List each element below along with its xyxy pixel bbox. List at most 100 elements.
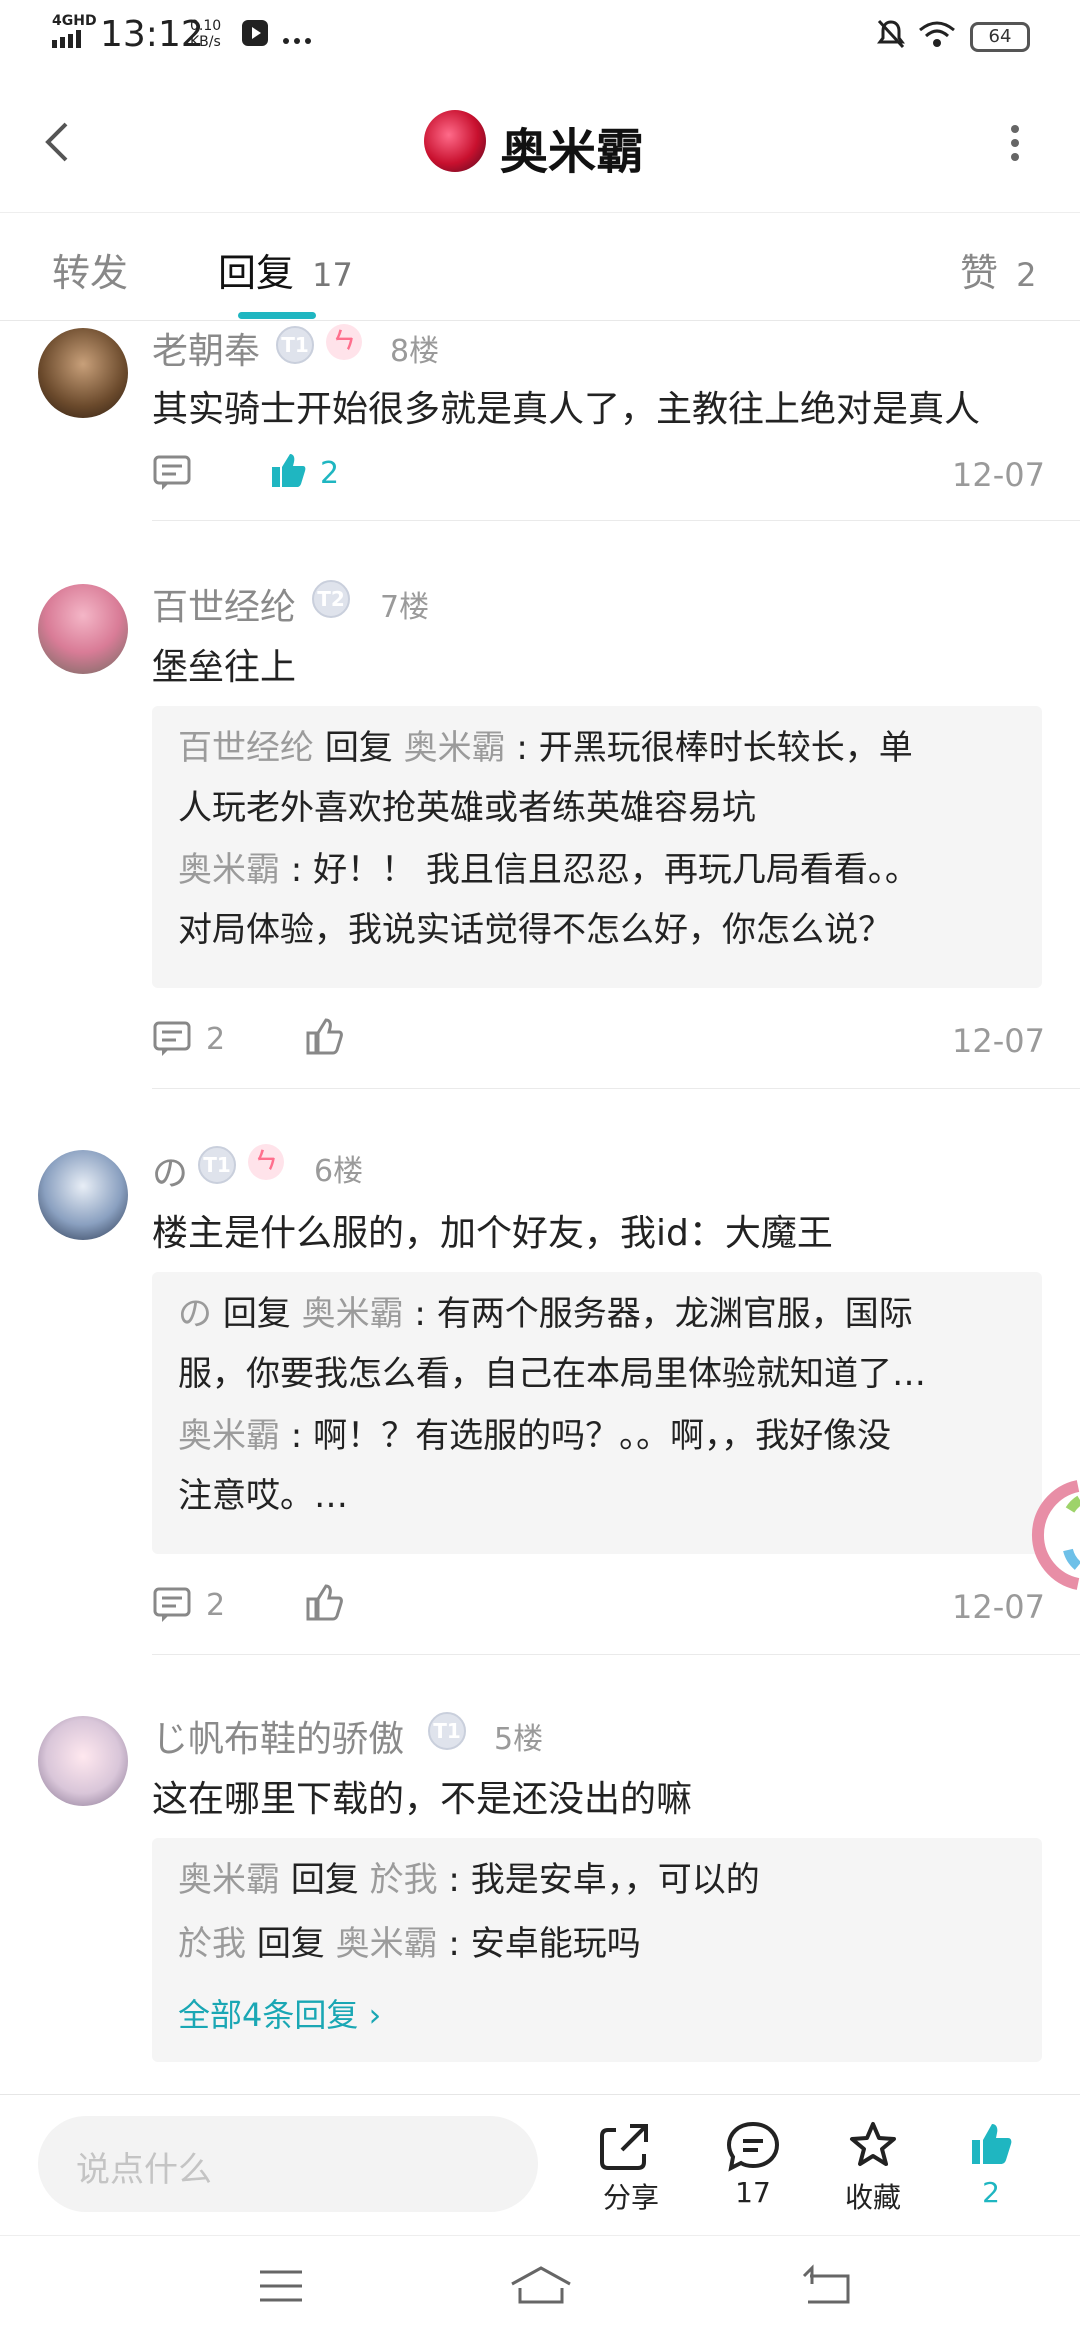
reply-verb: 回复 xyxy=(324,728,393,768)
tab-replies-count: 17 xyxy=(312,256,353,294)
reply-from[interactable]: 奥米霸 xyxy=(178,1416,280,1456)
avatar[interactable] xyxy=(38,1150,128,1240)
floating-assistant-icon[interactable] xyxy=(1018,1480,1080,1594)
home-nav-button[interactable] xyxy=(508,2262,574,2312)
comment-date: 12-07 xyxy=(952,1022,1045,1060)
reply-button[interactable] xyxy=(152,1584,192,1628)
level-badge: T1 xyxy=(428,1712,466,1750)
status-bar: 4GHD 13:12 0.10 KB/s 64 xyxy=(0,0,1080,70)
reply-from[interactable]: 百世经纶 xyxy=(178,728,314,768)
comment-input-placeholder: 说点什么 xyxy=(76,2150,212,2190)
reply-item-cont: 注意哎。… xyxy=(178,1476,348,1516)
reply-from[interactable]: 於我 xyxy=(178,1924,246,1964)
floor-number: 5楼 xyxy=(494,1722,544,1757)
comment-text: 堡垒往上 xyxy=(152,647,297,688)
vertical-dots-icon xyxy=(1011,125,1019,161)
network-speed: 0.10 KB/s xyxy=(190,18,221,50)
reply-count: 2 xyxy=(206,1022,226,1057)
favorite-label: 收藏 xyxy=(844,2181,901,2214)
floor-number: 7楼 xyxy=(380,590,430,625)
comment-text: 这在哪里下载的，不是还没出的嘛 xyxy=(152,1779,693,1820)
favorite-button[interactable]: 收藏 xyxy=(828,2118,918,2216)
tab-likes[interactable]: 赞 2 xyxy=(960,242,1036,297)
author-avatar[interactable] xyxy=(424,110,486,172)
reply-count: 2 xyxy=(206,1588,226,1623)
reply-text: 有两个服务器，龙渊官服，国际 xyxy=(436,1294,913,1334)
comment-author[interactable]: 老朝奉 xyxy=(152,322,260,374)
menu-icon xyxy=(260,2270,302,2302)
return-icon xyxy=(802,2264,850,2304)
floor-number: 6楼 xyxy=(314,1154,364,1189)
speed-unit: KB/s xyxy=(190,34,221,50)
tab-likes-count: 2 xyxy=(1016,256,1037,294)
more-options-button[interactable] xyxy=(1000,118,1030,168)
comment-divider xyxy=(152,1088,1080,1089)
like-button[interactable] xyxy=(268,450,308,494)
more-status-icon xyxy=(282,30,312,49)
tab-replies[interactable]: 回复 17 xyxy=(218,242,353,297)
reply-item: の 回复 奥米霸 : 有两个服务器，龙渊官服，国际 xyxy=(178,1294,913,1334)
reply-to[interactable]: 奥米霸 xyxy=(336,1924,438,1964)
reply-from[interactable]: 奥米霸 xyxy=(178,850,280,890)
reply-item: 奥米霸 : 啊！？有选服的吗？。。啊，，我好像没 xyxy=(178,1416,892,1456)
reply-button[interactable] xyxy=(152,452,192,496)
comment-author[interactable]: の xyxy=(152,1144,188,1196)
view-all-replies-link[interactable]: 全部4条回复 › xyxy=(178,1990,381,2036)
like-post-button[interactable]: 2 xyxy=(946,2118,1036,2209)
reply-from[interactable]: の xyxy=(178,1294,212,1334)
reply-to[interactable]: 奥米霸 xyxy=(302,1294,404,1334)
reply-text: 我是安卓，，可以的 xyxy=(470,1860,760,1900)
battery-indicator: 64 xyxy=(970,22,1030,52)
reply-verb: 回复 xyxy=(222,1294,291,1334)
comment-date: 12-07 xyxy=(952,456,1045,494)
reply-to[interactable]: 奥米霸 xyxy=(404,728,506,768)
reply-text: 啊！？有选服的吗？。。啊，，我好像没 xyxy=(313,1416,892,1456)
thumbs-up-icon xyxy=(272,454,306,487)
comment-text: 楼主是什么服的，加个好友，我id：大魔王 xyxy=(152,1213,833,1254)
comment-icon xyxy=(153,455,191,490)
reply-item: 奥米霸 : 好！！ 我且信且忍忍，再玩几局看看。。 xyxy=(178,850,919,890)
avatar[interactable] xyxy=(38,1716,128,1806)
level-badge: T1 xyxy=(198,1146,236,1184)
comment-author[interactable]: 百世经纶 xyxy=(152,578,296,630)
like-button[interactable] xyxy=(304,1582,344,1626)
reply-from[interactable]: 奥米霸 xyxy=(178,1860,280,1900)
reply-item: 於我 回复 奥米霸 : 安卓能玩吗 xyxy=(178,1924,641,1964)
reply-item-cont: 人玩老外喜欢抢英雄或者练英雄容易坑 xyxy=(178,788,756,828)
back-nav-button[interactable] xyxy=(800,2264,856,2312)
share-label: 分享 xyxy=(602,2181,659,2214)
avatar[interactable] xyxy=(38,584,128,674)
star-icon xyxy=(850,2122,896,2166)
thumbs-up-icon xyxy=(306,1584,343,1621)
reply-preview-box[interactable]: 百世经纶 回复 奥米霸 : 开黑玩很棒时长较长，单 人玩老外喜欢抢英雄或者练英雄… xyxy=(152,706,1042,988)
media-icon xyxy=(240,18,270,48)
network-indicator: 4GHD xyxy=(52,13,97,29)
comment-input[interactable]: 说点什么 xyxy=(38,2116,538,2212)
comments-button[interactable]: 17 xyxy=(708,2118,798,2209)
reply-item: 奥米霸 回复 於我 : 我是安卓，，可以的 xyxy=(178,1860,760,1900)
reply-text: 安卓能玩吗 xyxy=(470,1924,641,1964)
reply-button[interactable] xyxy=(152,1018,192,1062)
comment-text: 其实骑士开始很多就是真人了，主教往上绝对是真人 xyxy=(152,389,981,430)
reply-text: 开黑玩很棒时长较长，单 xyxy=(538,728,913,768)
reply-item-cont: 对局体验，我说实话觉得不怎么好，你怎么说？ xyxy=(178,910,892,950)
avatar[interactable] xyxy=(38,328,128,418)
like-button[interactable] xyxy=(304,1016,344,1060)
comment-icon xyxy=(153,1587,191,1622)
floor-number: 8楼 xyxy=(390,334,440,369)
tab-forward[interactable]: 转发 xyxy=(52,242,128,297)
menu-nav-button[interactable] xyxy=(256,2266,306,2310)
reply-item: 百世经纶 回复 奥米霸 : 开黑玩很棒时长较长，单 xyxy=(178,728,913,768)
tab-forward-label: 转发 xyxy=(52,251,129,295)
reply-preview-box[interactable]: の 回复 奥米霸 : 有两个服务器，龙渊官服，国际 服，你要我怎么看，自己在本局… xyxy=(152,1272,1042,1554)
like-count: 2 xyxy=(320,456,340,491)
comment-author[interactable]: じ帆布鞋的骄傲 xyxy=(152,1710,404,1762)
reply-to[interactable]: 於我 xyxy=(370,1860,438,1900)
share-button[interactable]: 分享 xyxy=(586,2118,676,2216)
post-like-count: 2 xyxy=(982,2176,1000,2209)
fan-badge: ㄣ xyxy=(326,324,362,360)
comment-bubble-icon xyxy=(726,2121,780,2172)
back-button[interactable] xyxy=(30,112,90,172)
reply-item-cont: 服，你要我怎么看，自己在本局里体验就知道了… xyxy=(178,1354,926,1394)
reply-preview-box[interactable]: 奥米霸 回复 於我 : 我是安卓，，可以的 於我 回复 奥米霸 : 安卓能玩吗 … xyxy=(152,1838,1042,2062)
